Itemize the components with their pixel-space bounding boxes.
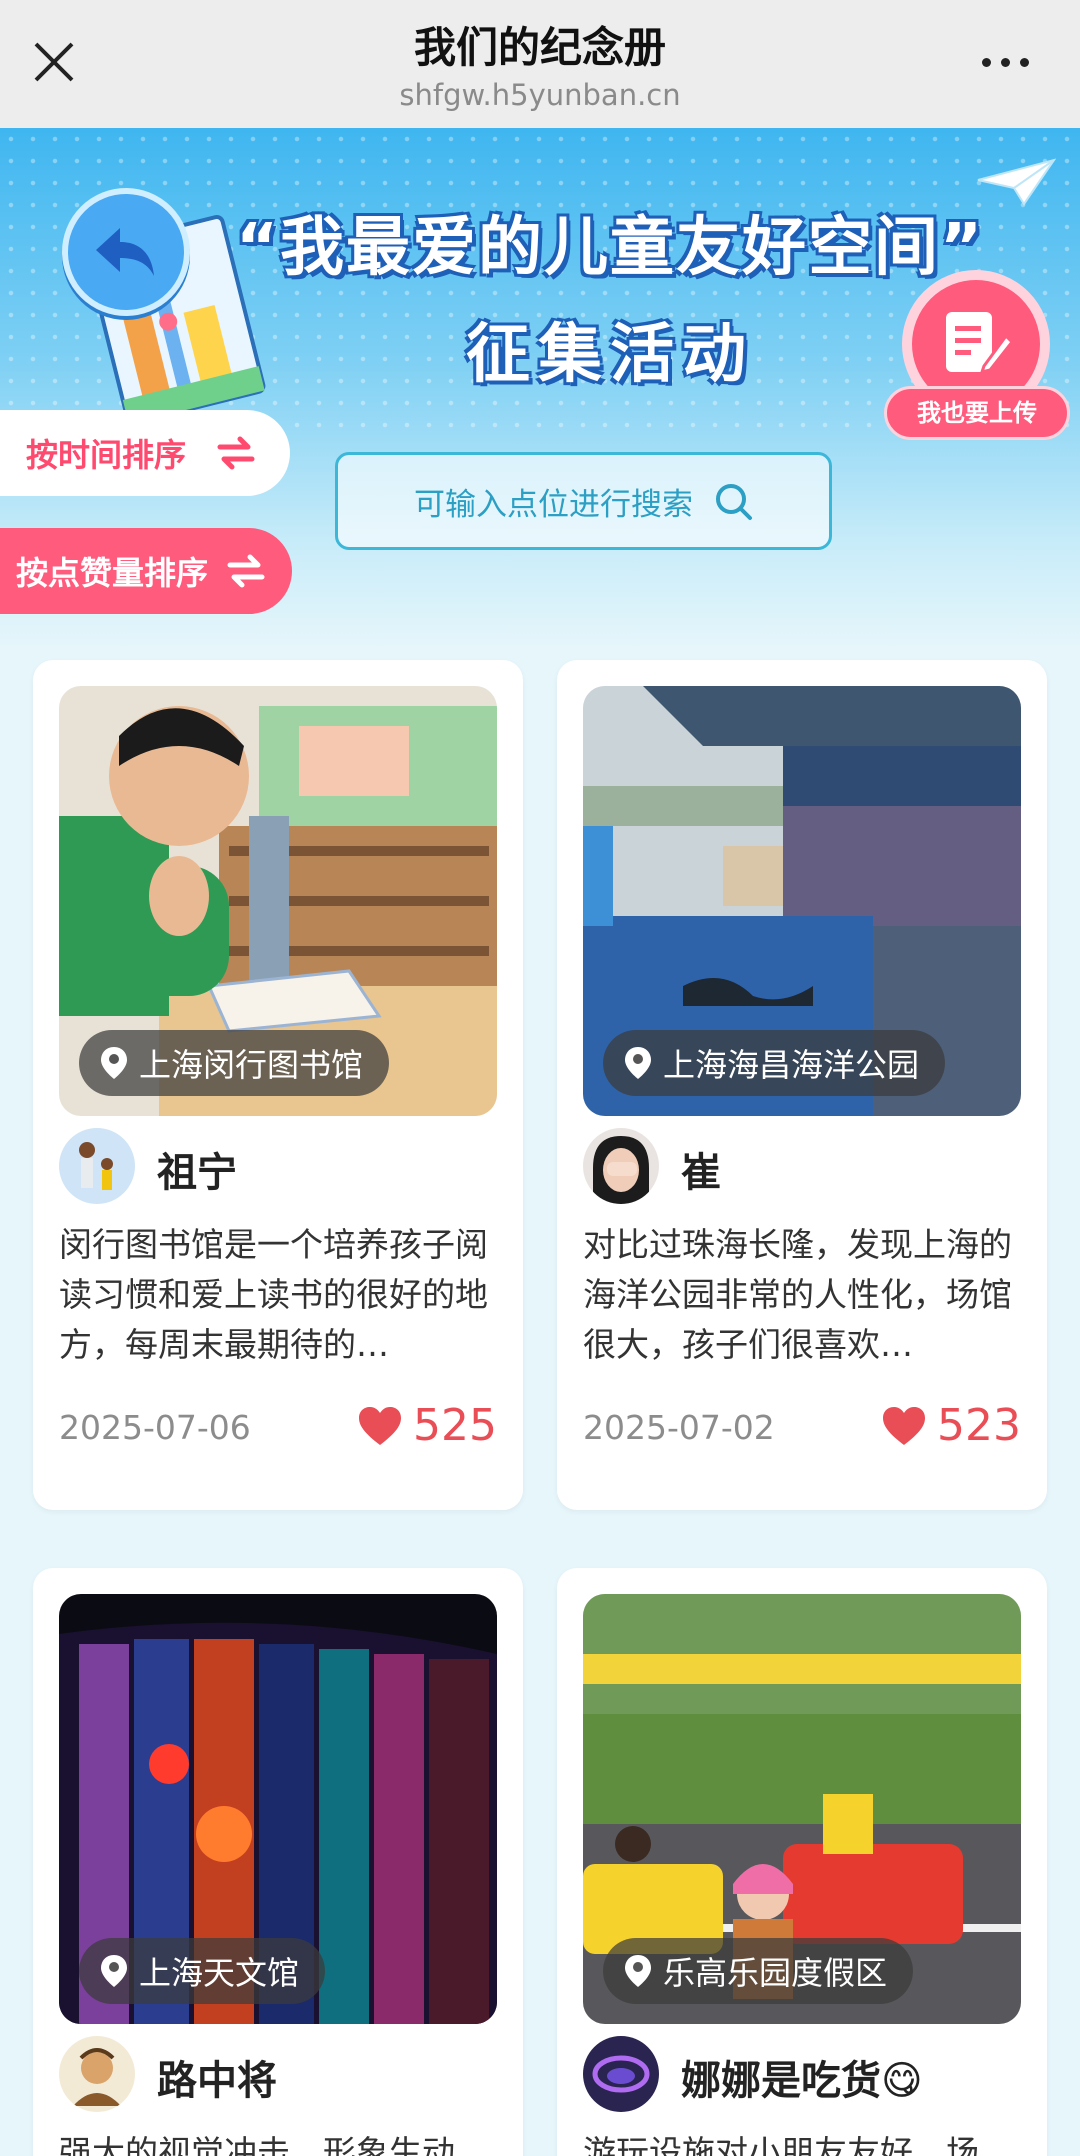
more-menu-button[interactable] — [970, 42, 1040, 82]
banner-headline-line2: 征集活动 — [466, 318, 754, 392]
like-button[interactable]: 525 — [357, 1400, 497, 1451]
sort-by-likes-button[interactable]: 按点赞量排序 — [0, 528, 292, 614]
location-text: 上海闵行图书馆 — [139, 1046, 364, 1084]
post-photo[interactable]: 上海天文馆 — [59, 1594, 497, 2024]
search-placeholder: 可输入点位进行搜索 — [414, 486, 693, 523]
post-photo[interactable]: 上海闵行图书馆 — [59, 686, 497, 1116]
location-pin-icon — [625, 1047, 651, 1079]
sort-by-time-label: 按时间排序 — [26, 436, 187, 474]
user-avatar-image — [59, 2036, 135, 2112]
activity-banner: “我最爱的儿童友好空间” 征集活动 我也要上传 按时间排序 按点赞量排序 可输入… — [0, 128, 1080, 648]
location-text: 上海海昌海洋公园 — [663, 1046, 920, 1084]
avatar[interactable] — [59, 1128, 135, 1204]
sort-by-time-button[interactable]: 按时间排序 — [0, 410, 290, 496]
user-avatar-image — [583, 1128, 659, 1204]
page-url: shfgw.h5yunban.cn — [399, 78, 681, 112]
post-description: 游玩设施对小朋友友好，场 — [583, 2133, 979, 2156]
location-pin-icon — [625, 1955, 651, 1987]
heart-icon — [359, 1406, 402, 1445]
post-date: 2025-07-02 — [583, 1408, 775, 1447]
location-tag[interactable]: 上海天文馆 — [79, 1938, 326, 2004]
like-button[interactable]: 523 — [881, 1400, 1021, 1451]
swap-icon — [217, 436, 255, 470]
avatar[interactable] — [59, 2036, 135, 2112]
location-text: 乐高乐园度假区 — [663, 1954, 888, 1992]
post-photo[interactable]: 上海海昌海洋公园 — [583, 686, 1021, 1116]
post-description: 强大的视觉冲击，形象生动 — [59, 2133, 455, 2156]
sort-by-likes-label: 按点赞量排序 — [16, 554, 209, 592]
paper-plane-icon — [977, 158, 1056, 206]
banner-headline-line1: “我最爱的儿童友好空间” — [235, 211, 985, 285]
more-dot — [1019, 57, 1029, 67]
location-tag[interactable]: 上海闵行图书馆 — [79, 1030, 390, 1096]
top-bar: 我们的纪念册 shfgw.h5yunban.cn — [0, 0, 1080, 128]
search-input[interactable]: 可输入点位进行搜索 — [335, 452, 832, 550]
location-text: 上海天文馆 — [139, 1954, 300, 1992]
search-icon — [716, 484, 752, 520]
heart-icon — [883, 1406, 926, 1445]
post-card[interactable]: 上海天文馆 路中将 强大的视觉冲击，形象生动 — [33, 1568, 523, 2156]
back-arrow-icon — [96, 228, 154, 276]
post-card[interactable]: 乐高乐园度假区 娜娜是吃货😋 游玩设施对小朋友友好，场 — [557, 1568, 1047, 2156]
like-count: 523 — [937, 1400, 1021, 1451]
location-pin-icon — [101, 1047, 127, 1079]
upload-label[interactable]: 我也要上传 — [884, 386, 1070, 440]
post-photo[interactable]: 乐高乐园度假区 — [583, 1594, 1021, 2024]
user-avatar-image — [59, 1128, 135, 1204]
like-count: 525 — [413, 1400, 497, 1451]
user-name: 崔 — [681, 1150, 721, 1196]
user-name: 路中将 — [157, 2058, 277, 2104]
user-avatar-image — [583, 2036, 659, 2112]
avatar[interactable] — [583, 1128, 659, 1204]
post-date: 2025-07-06 — [59, 1408, 251, 1447]
post-description: 对比过珠海长隆，发现上海的海洋公园非常的人性化，场馆很大，孩子们很喜欢… — [583, 1225, 1012, 1364]
user-name: 娜娜是吃货😋 — [681, 2058, 923, 2104]
location-tag[interactable]: 乐高乐园度假区 — [603, 1938, 914, 2004]
post-card[interactable]: 上海闵行图书馆 祖宁 闵行图书馆是一个培养孩子阅读习惯和爱上读书的很好的地方，每… — [33, 660, 523, 1510]
user-name: 祖宁 — [157, 1150, 237, 1196]
location-tag[interactable]: 上海海昌海洋公园 — [603, 1030, 946, 1096]
avatar[interactable] — [583, 2036, 659, 2112]
location-pin-icon — [101, 1955, 127, 1987]
swap-icon — [227, 554, 265, 588]
edit-note-icon — [946, 312, 1014, 375]
back-button[interactable] — [62, 188, 190, 316]
more-dot — [1000, 57, 1010, 67]
post-description: 闵行图书馆是一个培养孩子阅读习惯和爱上读书的很好的地方，每周末最期待的… — [59, 1225, 488, 1364]
post-card[interactable]: 上海海昌海洋公园 崔 对比过珠海长隆，发现上海的海洋公园非常的人性化，场馆很大，… — [557, 660, 1047, 1510]
more-dots-icon — [981, 57, 991, 67]
page-title: 我们的纪念册 — [413, 23, 666, 72]
